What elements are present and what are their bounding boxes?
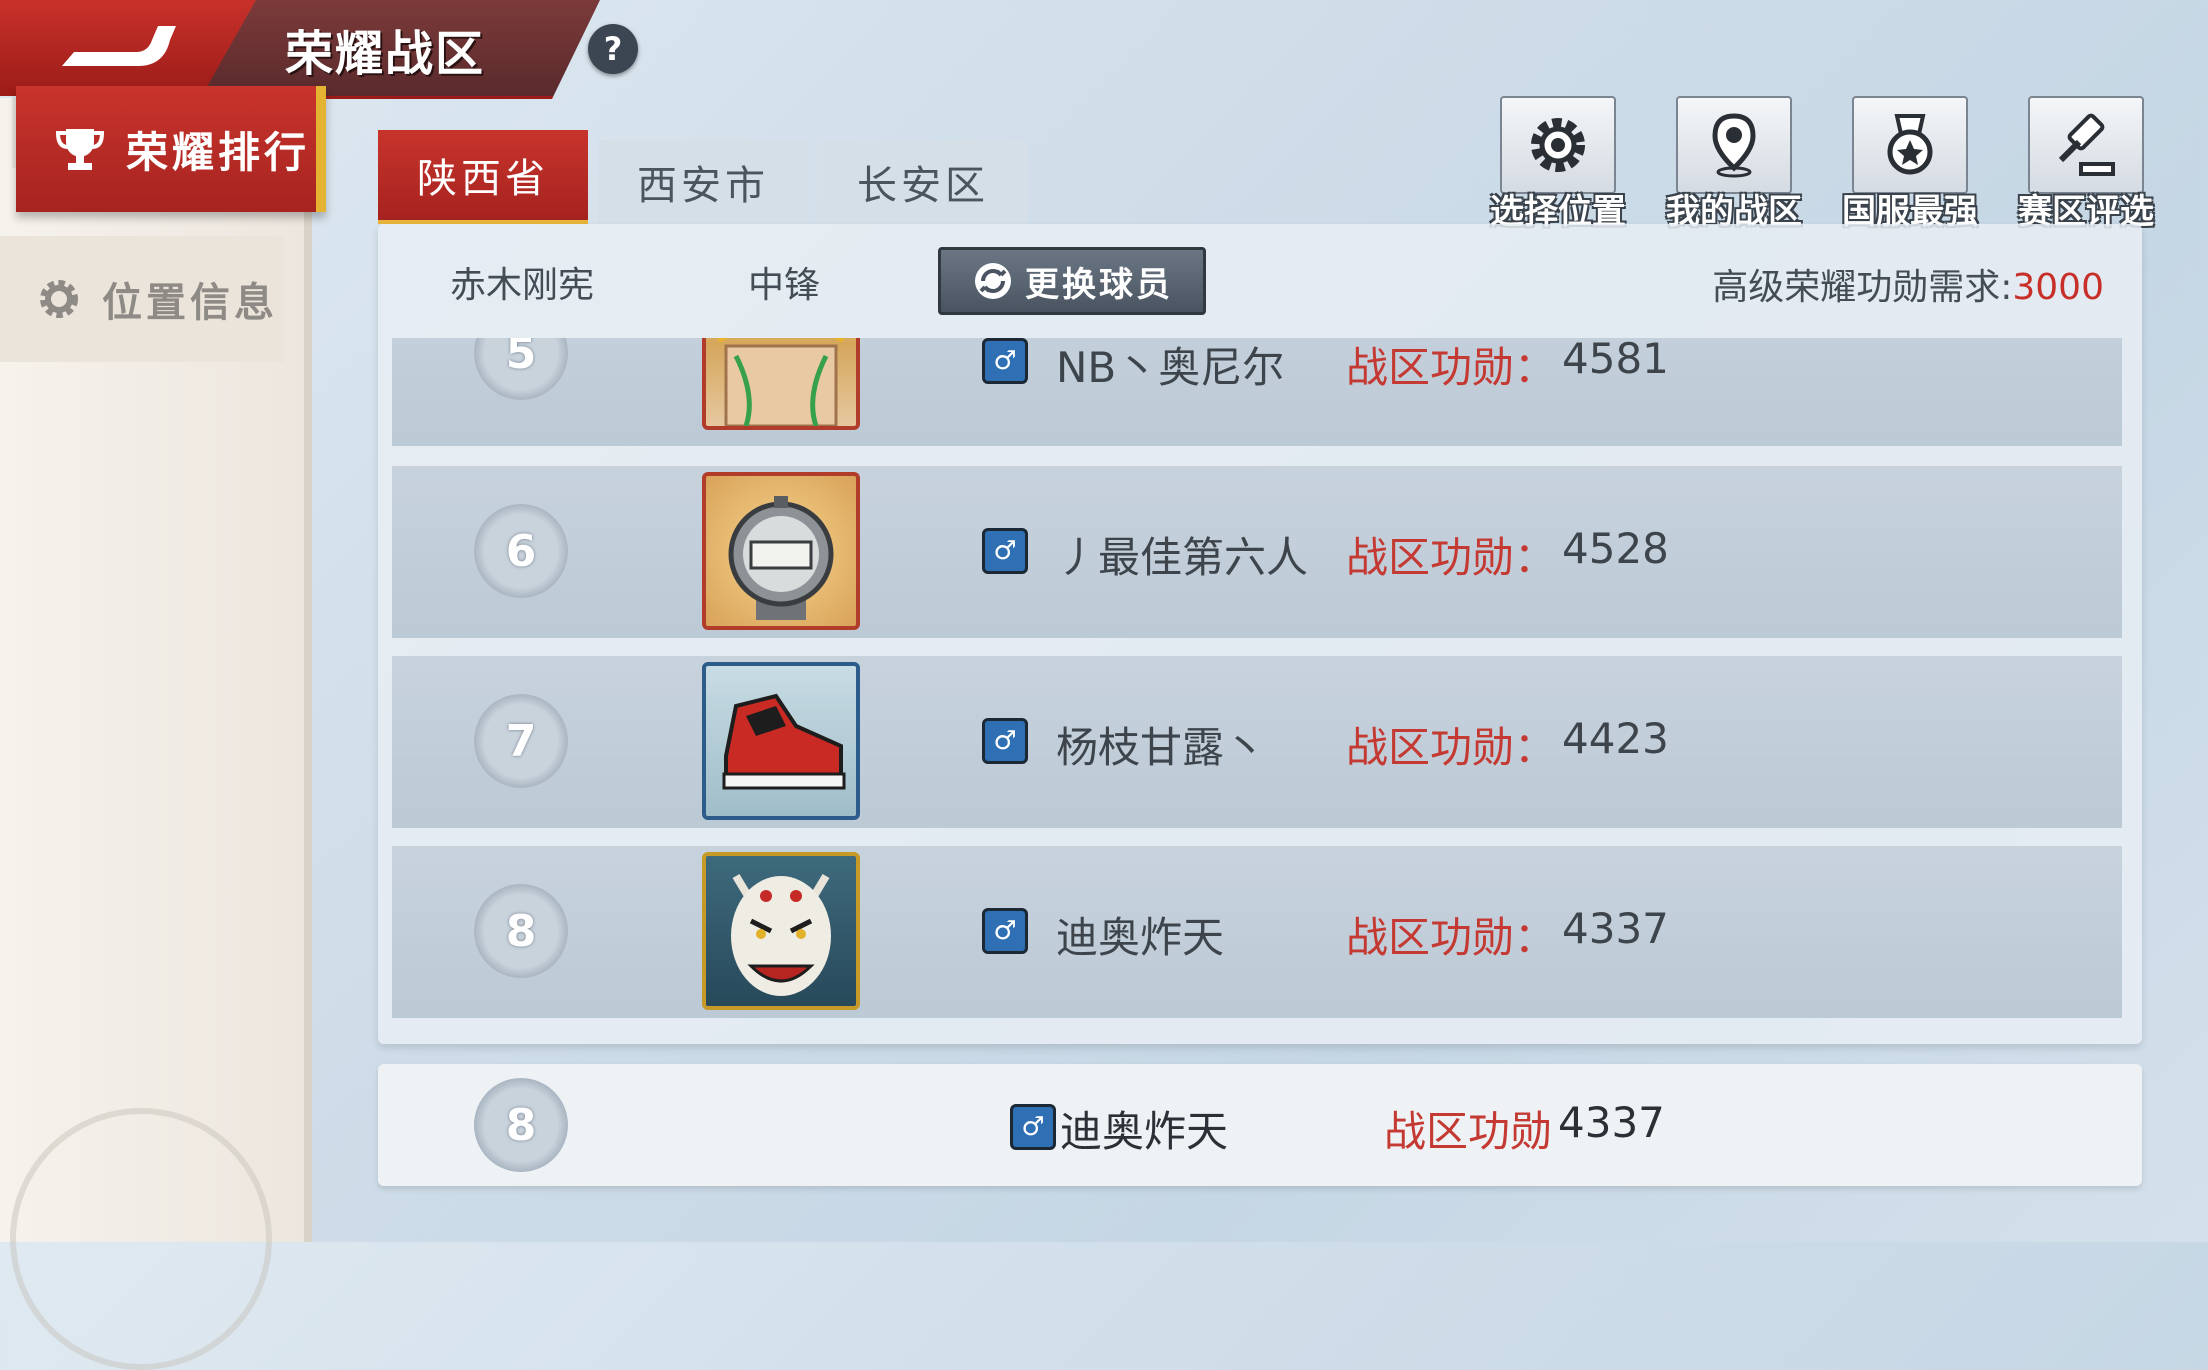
refresh-icon (975, 263, 1011, 299)
tab-city[interactable]: 西安市 (598, 140, 808, 224)
my-score-value: 4337 (1558, 1098, 1665, 1147)
sidebar-item-ranking[interactable]: 荣耀排行 (16, 86, 326, 212)
score-value: 4423 (1562, 714, 1669, 763)
player-name: NB丶奥尼尔 (1056, 343, 1285, 392)
national-best-button[interactable]: 国服最强 (1830, 96, 1990, 236)
tool-box (1500, 96, 1616, 194)
rank-badge: 7 (474, 694, 568, 788)
gender-male-icon: ♂ (982, 338, 1028, 384)
gender-male-icon: ♂ (1010, 1104, 1056, 1150)
player-position-label: 中锋 (748, 265, 821, 306)
trophy-icon (55, 129, 105, 170)
swap-button-label: 更换球员 (1025, 264, 1173, 305)
my-rank-bar: 8 ♂ 迪奥炸天 战区功勋 4337 (378, 1064, 2142, 1186)
requirement-value: 3000 (2012, 267, 2104, 308)
avatar-hannya-mask (702, 852, 860, 1010)
avatar-sneaker (702, 662, 860, 820)
tab-province[interactable]: 陕西省 (378, 130, 588, 224)
score-value: 4581 (1562, 338, 1669, 383)
player-name: 迪奥炸天 (1056, 913, 1225, 962)
zone-selection-button[interactable]: 赛区评选 (2006, 96, 2166, 236)
player-name: 丿最佳第六人 (1056, 533, 1309, 582)
player-name-label: 赤木刚宪 (450, 265, 595, 306)
score-label: 战区功勋： (1346, 343, 1557, 392)
player-name: 杨枝甘露丶 (1056, 723, 1267, 772)
table-row[interactable]: 8 ♂ 迪奥炸天 战区功勋： 4337 (392, 846, 2122, 1018)
ranking-list[interactable]: 5 ♂ NB丶奥尼尔 战区功勋： 4581 6 ♂ 丿最佳第六人 战区功勋： 4… (392, 338, 2122, 1018)
sidebar-item-label: 荣耀排行 (126, 127, 311, 177)
score-value: 4528 (1562, 524, 1669, 573)
rank-badge: 6 (474, 504, 568, 598)
gear-icon (1531, 118, 1585, 172)
gender-male-icon: ♂ (982, 718, 1028, 764)
gender-male-icon: ♂ (982, 908, 1028, 954)
table-row[interactable]: 5 ♂ NB丶奥尼尔 战区功勋： 4581 (392, 338, 2122, 446)
table-row[interactable]: 7 ♂ 杨枝甘露丶 战区功勋： 4423 (392, 656, 2122, 828)
rank-badge: 8 (474, 1078, 568, 1172)
gear-icon (40, 280, 78, 318)
gender-male-icon: ♂ (982, 528, 1028, 574)
tool-box (1676, 96, 1792, 194)
my-zone-button[interactable]: 我的战区 (1654, 96, 1814, 236)
page-title: 荣耀战区 (285, 26, 486, 82)
my-score-label: 战区功勋 (1384, 1107, 1553, 1156)
basketball-watermark (10, 1108, 272, 1370)
swap-player-button[interactable]: 更换球员 (938, 247, 1206, 315)
location-pin-icon (1712, 113, 1756, 178)
tool-box (1852, 96, 1968, 194)
table-row[interactable]: 6 ♂ 丿最佳第六人 战区功勋： 4528 (392, 466, 2122, 638)
rank-badge: 8 (474, 884, 568, 978)
score-label: 战区功勋： (1346, 533, 1557, 582)
my-player-name: 迪奥炸天 (1060, 1107, 1229, 1156)
avatar-noodle-box (702, 338, 860, 430)
top-bar: 荣耀战区 (0, 0, 600, 99)
requirement-label: 高级荣耀功勋需求: (1712, 267, 2013, 308)
back-arrow-icon (62, 26, 176, 66)
sidebar-item-location-info[interactable]: 位置信息 (0, 236, 284, 362)
help-button[interactable]: ? (588, 24, 638, 74)
sidebar-item-label: 位置信息 (102, 280, 278, 326)
select-location-button[interactable]: 选择位置 (1478, 96, 1638, 236)
gavel-icon (2058, 113, 2115, 176)
rank-badge: 5 (474, 338, 568, 400)
requirement-text: 高级荣耀功勋需求:3000 (1712, 258, 2104, 310)
score-value: 4337 (1562, 904, 1669, 953)
medal-icon (1887, 114, 1933, 175)
tab-district[interactable]: 长安区 (818, 140, 1028, 224)
score-label: 战区功勋： (1346, 723, 1557, 772)
avatar-stopwatch (702, 472, 860, 630)
tool-box (2028, 96, 2144, 194)
score-label: 战区功勋： (1346, 913, 1557, 962)
